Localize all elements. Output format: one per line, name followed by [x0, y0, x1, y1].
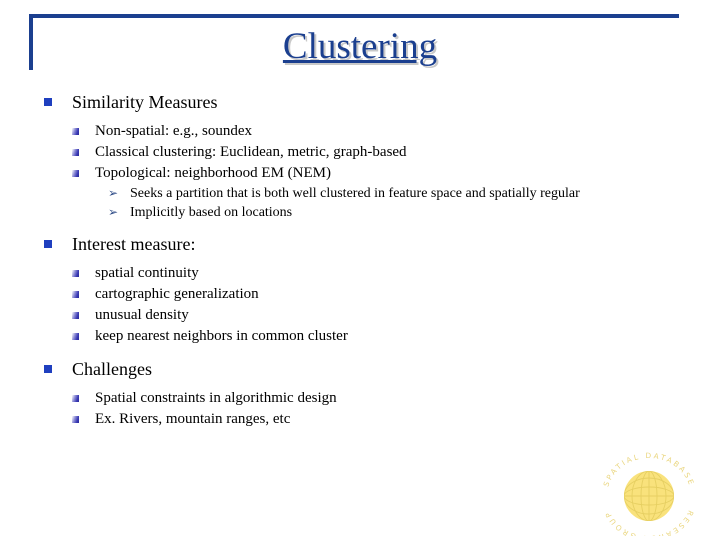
title-block: Clustering [0, 26, 720, 68]
outline-item-level2: Spatial constraints in algorithmic desig… [0, 388, 720, 409]
outline-item-level1: Interest measure: [0, 232, 720, 256]
outline-item-level2: cartographic generalization [0, 284, 720, 305]
outline-item-label: Seeks a partition that is both well clus… [130, 186, 580, 201]
square-bullet-icon [44, 98, 52, 106]
outline-item-level3: ➢ Seeks a partition that is both well cl… [0, 184, 720, 203]
outline-item-level2: keep nearest neighbors in common cluster [0, 326, 720, 347]
outline-item-level2: Topological: neighborhood EM (NEM) [0, 163, 720, 184]
outline-item-level1: Similarity Measures [0, 90, 720, 114]
arrow-bullet-icon: ➢ [108, 186, 119, 200]
small-square-bullet-icon [72, 270, 79, 277]
small-square-bullet-icon [72, 416, 79, 423]
outline-item-label: Non-spatial: e.g., soundex [95, 123, 253, 139]
small-square-bullet-icon [72, 333, 79, 340]
outline-item-label: spatial continuity [95, 265, 199, 281]
arrow-bullet-icon: ➢ [108, 205, 119, 219]
small-square-bullet-icon [72, 128, 79, 135]
outline-item-label: cartographic generalization [95, 286, 259, 302]
outline-item-label: Similarity Measures [72, 92, 218, 112]
outline-item-level2: Classical clustering: Euclidean, metric,… [0, 142, 720, 163]
square-bullet-icon [44, 240, 52, 248]
small-square-bullet-icon [72, 395, 79, 402]
page-title: Clustering [282, 26, 438, 67]
outline-item-level1: Challenges [0, 357, 720, 381]
outline-item-level2: unusual density [0, 305, 720, 326]
frame-top-line [29, 14, 679, 18]
small-square-bullet-icon [72, 312, 79, 319]
outline-item-label: keep nearest neighbors in common cluster [95, 328, 348, 344]
outline-item-label: Classical clustering: Euclidean, metric,… [95, 144, 407, 160]
outline-item-label: Ex. Rivers, mountain ranges, etc [95, 411, 291, 427]
outline-item-level2: spatial continuity [0, 263, 720, 284]
outline-item-label: Topological: neighborhood EM (NEM) [95, 165, 331, 181]
outline-item-level2: Ex. Rivers, mountain ranges, etc [0, 409, 720, 430]
small-square-bullet-icon [72, 291, 79, 298]
outline-item-label: Spatial constraints in algorithmic desig… [95, 390, 337, 406]
outline-item-level2: Non-spatial: e.g., soundex [0, 121, 720, 142]
outline-item-label: Interest measure: [72, 234, 196, 254]
outline-item-label: unusual density [95, 307, 189, 323]
small-square-bullet-icon [72, 149, 79, 156]
small-square-bullet-icon [72, 170, 79, 177]
outline-item-label: Challenges [72, 359, 152, 379]
slide-content-outline: Similarity Measures Non-spatial: e.g., s… [0, 90, 720, 430]
spatial-database-research-group-logo: SPATIAL DATABASE RESEARCH GROUP [597, 452, 701, 536]
outline-item-level3: ➢ Implicitly based on locations [0, 203, 720, 222]
square-bullet-icon [44, 365, 52, 373]
outline-item-label: Implicitly based on locations [130, 205, 293, 220]
